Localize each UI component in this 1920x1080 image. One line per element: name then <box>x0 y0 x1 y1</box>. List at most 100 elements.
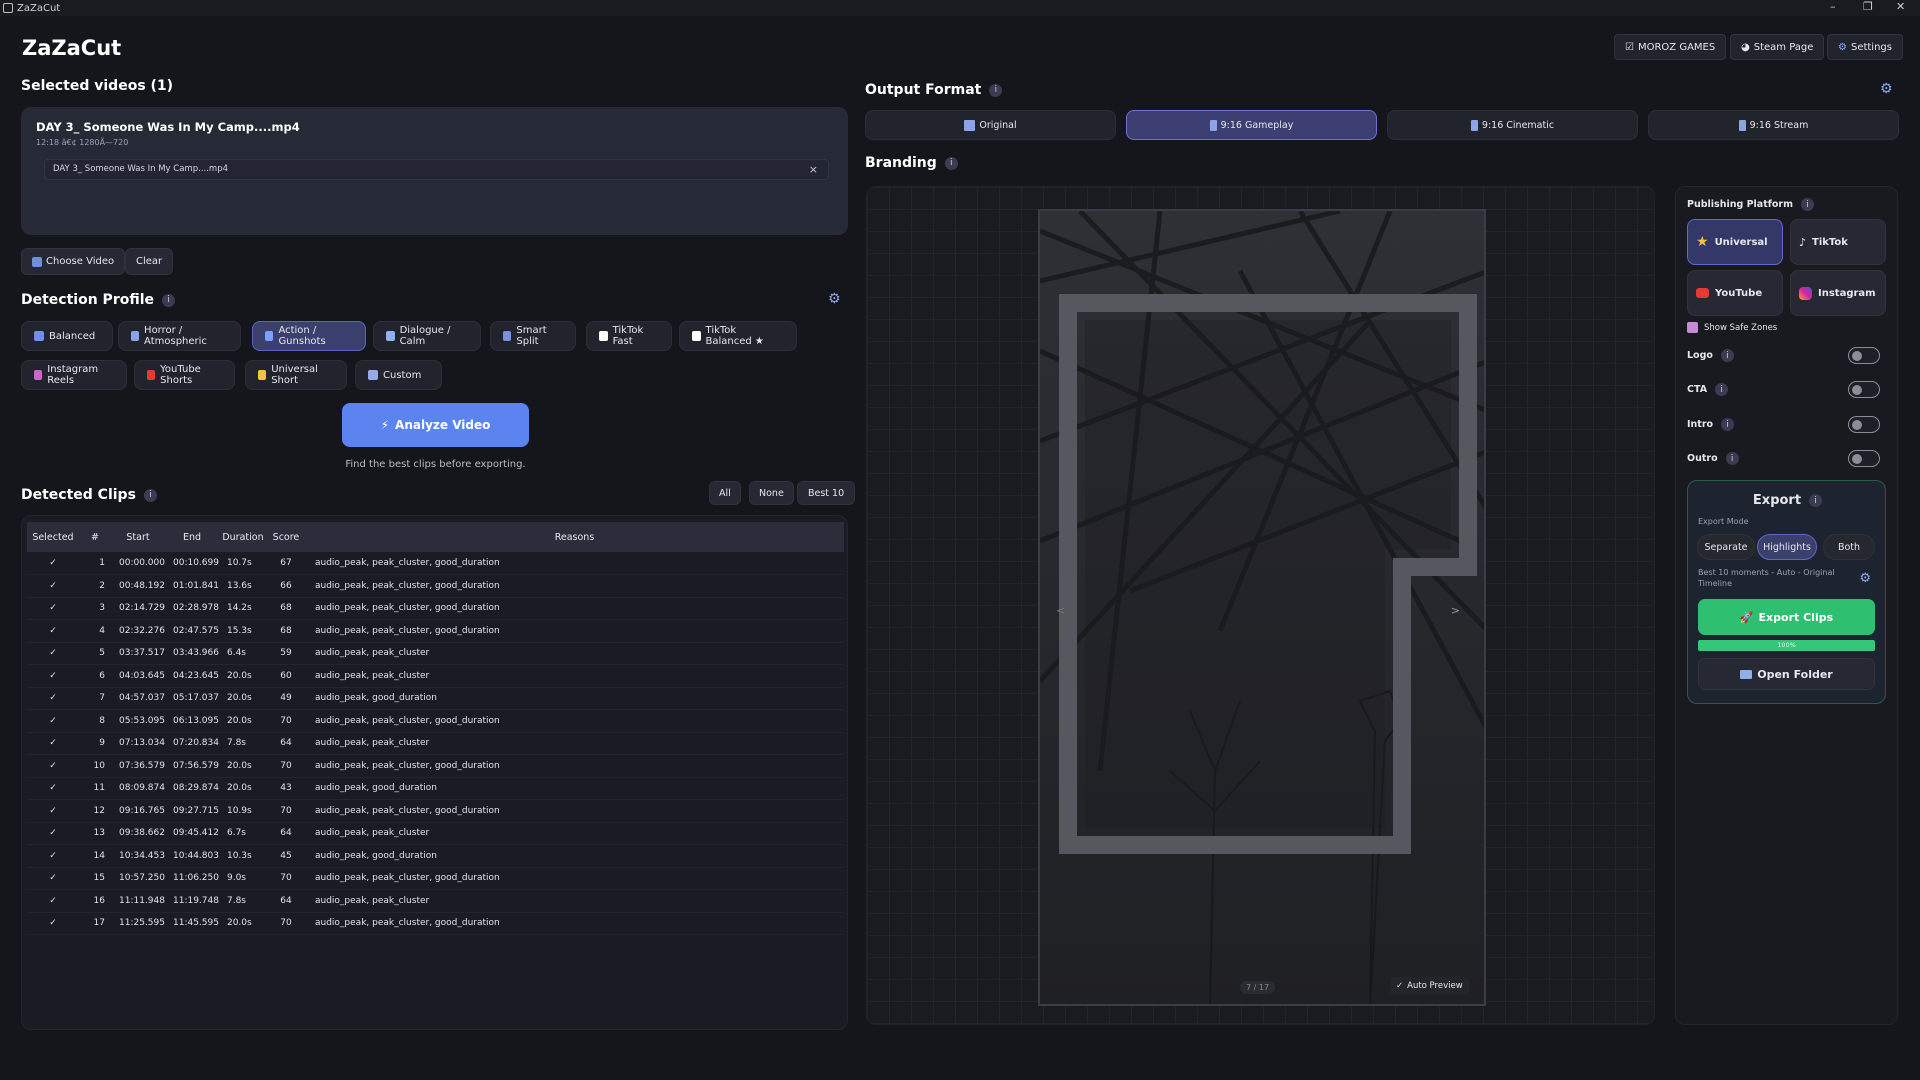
column-header[interactable]: Selected <box>27 522 79 552</box>
table-row[interactable]: ✓ 8 05:53.095 06:13.095 20.0s 70 audio_peak, p… <box>27 709 844 733</box>
profile-chip[interactable]: Universal Short <box>245 360 347 390</box>
table-row[interactable]: ✓ 3 02:14.729 02:28.978 14.2s 68 audio_peak, p… <box>27 597 844 620</box>
row-selected-check[interactable]: ✓ <box>27 844 79 868</box>
column-header[interactable]: Reasons <box>304 522 844 552</box>
output-settings-gear-icon[interactable]: ⚙ <box>1880 81 1893 97</box>
logo-toggle[interactable] <box>1848 347 1880 364</box>
column-header[interactable]: End <box>165 522 219 552</box>
profile-chip[interactable]: Horror / Atmospheric <box>118 321 241 351</box>
show-safe-zones[interactable]: Show Safe Zones <box>1687 322 1777 333</box>
row-selected-check[interactable]: ✓ <box>27 552 79 575</box>
export-settings-gear-icon[interactable]: ⚙ <box>1859 571 1871 586</box>
profile-chip[interactable]: YouTube Shorts <box>134 360 235 390</box>
table-row[interactable]: ✓ 12 09:16.765 09:27.715 10.9s 70 audio_peak, … <box>27 799 844 823</box>
analyze-video-button[interactable]: ⚡ Analyze Video <box>342 403 529 447</box>
export-mode-option[interactable]: Highlights <box>1757 534 1817 560</box>
outro-toggle[interactable] <box>1848 450 1880 467</box>
row-selected-check[interactable]: ✓ <box>27 732 79 755</box>
info-icon[interactable]: i <box>944 156 958 170</box>
table-row[interactable]: ✓ 10 07:36.579 07:56.579 20.0s 70 audio_peak, … <box>27 754 844 778</box>
row-selected-check[interactable]: ✓ <box>27 664 79 688</box>
profile-chip[interactable]: Custom <box>355 360 442 390</box>
restore-button[interactable]: ❐ <box>1863 0 1873 13</box>
table-row[interactable]: ✓ 17 11:25.595 11:45.595 20.0s 70 audio_peak, … <box>27 912 844 935</box>
info-icon[interactable]: i <box>1725 452 1739 465</box>
info-icon[interactable]: i <box>162 293 176 307</box>
file-list-item[interactable]: DAY 3_ Someone Was In My Camp....mp4 × <box>44 159 829 180</box>
preview-next-arrow[interactable]: > <box>1451 604 1460 617</box>
row-selected-check[interactable]: ✓ <box>27 619 79 643</box>
format-option[interactable]: 9:16 Stream <box>1648 110 1899 140</box>
row-selected-check[interactable]: ✓ <box>27 777 79 800</box>
profile-chip[interactable]: Action / Gunshots <box>252 321 366 351</box>
steam-page-button[interactable]: ◕ Steam Page <box>1730 34 1825 60</box>
moroz-games-button[interactable]: ☑ MOROZ GAMES <box>1614 34 1727 60</box>
auto-preview-toggle[interactable]: ✓ Auto Preview <box>1390 977 1469 995</box>
row-selected-check[interactable]: ✓ <box>27 642 79 665</box>
info-icon[interactable]: i <box>1809 494 1823 507</box>
info-icon[interactable]: i <box>1720 349 1734 362</box>
info-icon[interactable]: i <box>143 488 157 502</box>
profile-chip[interactable]: TikTok Fast <box>586 321 672 351</box>
remove-file-icon[interactable]: × <box>809 163 818 176</box>
row-selected-check[interactable]: ✓ <box>27 912 79 935</box>
video-preview-frame[interactable]: < > 7 / 17 ✓ Auto Preview <box>1038 209 1486 1006</box>
column-header[interactable]: Start <box>111 522 165 552</box>
info-icon[interactable]: i <box>1721 418 1735 431</box>
profile-chip[interactable]: Dialogue / Calm <box>373 321 481 351</box>
profile-chip[interactable]: Balanced <box>21 321 113 351</box>
platform-universal[interactable]: ★ Universal <box>1687 219 1783 265</box>
row-selected-check[interactable]: ✓ <box>27 867 79 890</box>
choose-video-button[interactable]: Choose Video <box>21 248 126 275</box>
cta-toggle[interactable] <box>1848 381 1880 398</box>
row-selected-check[interactable]: ✓ <box>27 889 79 913</box>
format-option[interactable]: 9:16 Gameplay <box>1126 110 1377 140</box>
format-option[interactable]: Original <box>865 110 1116 140</box>
checkbox-icon[interactable] <box>1687 322 1698 333</box>
row-selected-check[interactable]: ✓ <box>27 597 79 620</box>
row-selected-check[interactable]: ✓ <box>27 709 79 733</box>
select-all-button[interactable]: All <box>709 481 741 505</box>
table-row[interactable]: ✓ 7 04:57.037 05:17.037 20.0s 49 audio_peak, g… <box>27 687 844 710</box>
platform-instagram[interactable]: Instagram <box>1790 270 1886 316</box>
info-icon[interactable]: i <box>1715 383 1729 396</box>
clear-button[interactable]: Clear <box>125 248 174 275</box>
info-icon[interactable]: i <box>1801 198 1814 211</box>
table-row[interactable]: ✓ 5 03:37.517 03:43.966 6.4s 59 audio_peak, pe… <box>27 642 844 665</box>
column-header[interactable]: Score <box>266 522 305 552</box>
info-icon[interactable]: i <box>989 83 1003 97</box>
table-row[interactable]: ✓ 1 00:00.000 00:10.699 10.7s 67 audio_peak, p… <box>27 552 844 575</box>
table-row[interactable]: ✓ 4 02:32.276 02:47.575 15.3s 68 audio_peak, p… <box>27 619 844 643</box>
table-row[interactable]: ✓ 15 10:57.250 11:06.250 9.0s 70 audio_peak, p… <box>27 867 844 890</box>
intro-toggle[interactable] <box>1848 416 1880 433</box>
row-selected-check[interactable]: ✓ <box>27 574 79 598</box>
row-selected-check[interactable]: ✓ <box>27 822 79 845</box>
profile-chip[interactable]: TikTok Balanced ★ <box>679 321 797 351</box>
export-mode-option[interactable]: Separate <box>1697 534 1755 560</box>
close-button[interactable]: ✕ <box>1896 0 1905 13</box>
table-row[interactable]: ✓ 11 08:09.874 08:29.874 20.0s 43 audio_peak, … <box>27 777 844 800</box>
platform-tiktok[interactable]: ♪ TikTok <box>1790 219 1886 265</box>
table-row[interactable]: ✓ 6 04:03.645 04:23.645 20.0s 60 audio_peak, p… <box>27 664 844 688</box>
platform-youtube[interactable]: YouTube <box>1687 270 1783 316</box>
minimize-button[interactable]: – <box>1830 0 1836 13</box>
settings-button[interactable]: ⚙ Settings <box>1827 34 1903 60</box>
select-none-button[interactable]: None <box>749 481 794 505</box>
row-selected-check[interactable]: ✓ <box>27 799 79 823</box>
column-header[interactable]: Duration <box>218 522 267 552</box>
open-folder-button[interactable]: Open Folder <box>1698 658 1875 690</box>
detection-settings-gear-icon[interactable]: ⚙ <box>828 291 841 307</box>
table-row[interactable]: ✓ 14 10:34.453 10:44.803 10.3s 45 audio_peak, … <box>27 844 844 868</box>
table-row[interactable]: ✓ 9 07:13.034 07:20.834 7.8s 64 audio_peak, pe… <box>27 732 844 755</box>
profile-chip[interactable]: Smart Split <box>490 321 576 351</box>
select-best-10-button[interactable]: Best 10 <box>797 481 856 505</box>
column-header[interactable]: # <box>79 522 111 552</box>
export-mode-option[interactable]: Both <box>1823 534 1875 560</box>
row-selected-check[interactable]: ✓ <box>27 687 79 710</box>
table-row[interactable]: ✓ 16 11:11.948 11:19.748 7.8s 64 audio_peak, p… <box>27 889 844 913</box>
export-clips-button[interactable]: 🚀 Export Clips <box>1698 599 1875 635</box>
format-option[interactable]: 9:16 Cinematic <box>1387 110 1638 140</box>
table-row[interactable]: ✓ 13 09:38.662 09:45.412 6.7s 64 audio_peak, p… <box>27 822 844 845</box>
table-row[interactable]: ✓ 2 00:48.192 01:01.841 13.6s 66 audio_peak, p… <box>27 574 844 598</box>
preview-prev-arrow[interactable]: < <box>1056 604 1065 617</box>
